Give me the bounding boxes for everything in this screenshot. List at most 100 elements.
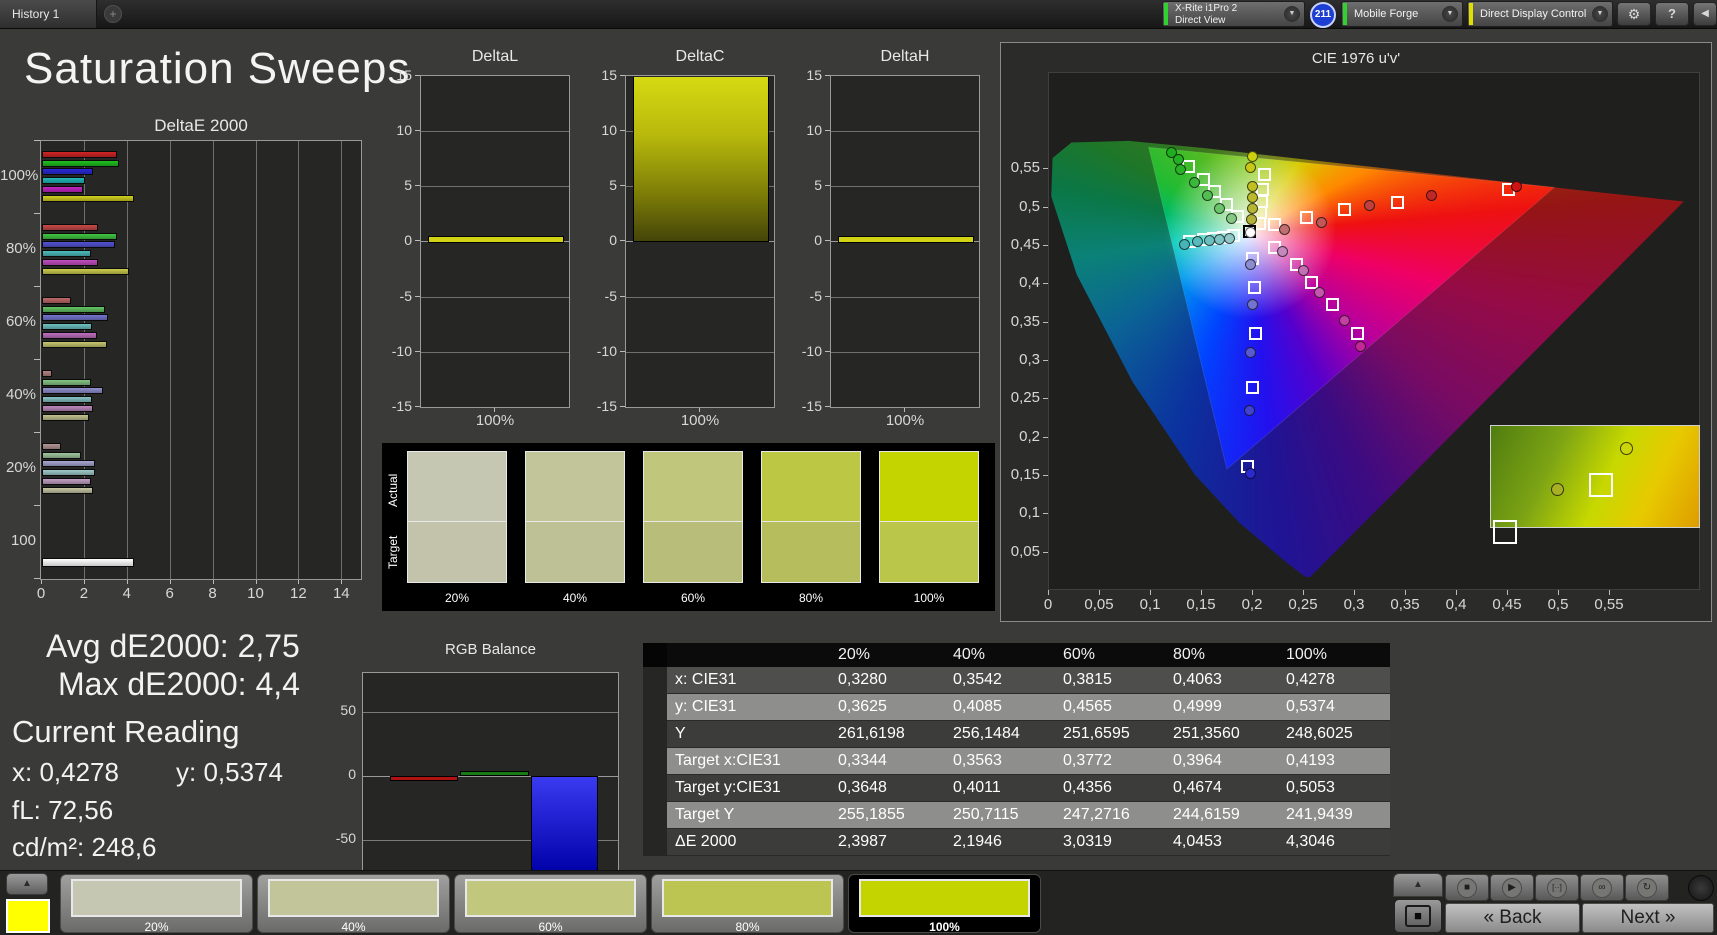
deltae-y-tick bbox=[34, 432, 40, 433]
cie-zoom-inset bbox=[1490, 425, 1700, 544]
table-row-label: Target Y bbox=[675, 806, 735, 823]
continuous-button[interactable]: ∞ bbox=[1580, 874, 1624, 901]
table-row-label: x: CIE31 bbox=[675, 671, 737, 688]
deltaH-y-tick-label: -10 bbox=[801, 342, 822, 359]
interval-button[interactable]: [··] bbox=[1535, 874, 1579, 901]
cie-x-tick bbox=[1201, 590, 1202, 595]
deltae-x-tick bbox=[126, 580, 128, 584]
cie-x-tick bbox=[1048, 590, 1049, 595]
deltaC-y-tick bbox=[620, 240, 625, 242]
patch-swatch bbox=[465, 879, 636, 917]
table-cell: 0,4565 bbox=[1063, 698, 1112, 715]
deltae-bar-cyan bbox=[42, 323, 93, 331]
cie-measured-point bbox=[1213, 234, 1225, 246]
stop-button[interactable]: ■ bbox=[1445, 874, 1489, 901]
cie-y-tick bbox=[1043, 245, 1048, 247]
patch-label: 40% bbox=[341, 920, 366, 934]
patch-button-100%[interactable]: 100% bbox=[848, 874, 1041, 934]
table-cell: 0,5374 bbox=[1286, 698, 1335, 715]
swatch-target-60% bbox=[643, 522, 743, 583]
cie-target-point bbox=[1391, 195, 1405, 209]
table-cell: 0,4356 bbox=[1063, 779, 1112, 796]
deltae-x-tick-label: 10 bbox=[247, 585, 264, 602]
deltae-gridline bbox=[341, 141, 343, 579]
deltae-bar-cyan bbox=[42, 250, 92, 258]
table-cell: 2,3987 bbox=[838, 833, 887, 850]
deltae-bar-green bbox=[42, 232, 118, 240]
patch-button-20%[interactable]: 20% bbox=[60, 874, 253, 934]
table-cell: 0,3563 bbox=[953, 752, 1002, 769]
deltaH-y-tick bbox=[825, 185, 830, 187]
table-cell: 250,7115 bbox=[953, 806, 1019, 823]
patch-button-60%[interactable]: 60% bbox=[454, 874, 647, 934]
transport-up-button[interactable]: ▲ bbox=[1393, 873, 1443, 897]
play-button[interactable]: ▶ bbox=[1490, 874, 1534, 901]
cie-y-tick-label: 0,55 bbox=[1010, 159, 1040, 177]
cie-x-tick-label: 0,15 bbox=[1186, 596, 1216, 613]
table-cell: 0,3280 bbox=[838, 671, 887, 688]
table-cell: 0,4999 bbox=[1173, 698, 1222, 715]
table-row-label: Target x:CIE31 bbox=[675, 752, 781, 769]
table-left-notch bbox=[643, 643, 667, 667]
table-cell: 0,4674 bbox=[1173, 779, 1222, 796]
cie-x-tick bbox=[1507, 590, 1508, 595]
patch-swatch bbox=[662, 879, 833, 917]
cie-x-tick-label: 0,2 bbox=[1241, 596, 1263, 613]
deltaC-y-tick bbox=[620, 185, 625, 187]
swatch-row-label-target: Target bbox=[386, 535, 400, 569]
cie-target-point bbox=[1246, 381, 1259, 395]
cie-y-tick bbox=[1043, 206, 1048, 208]
deltaH-y-tick-label: -5 bbox=[809, 287, 822, 304]
patch-swatch bbox=[268, 879, 439, 917]
swatch-target-20% bbox=[407, 522, 507, 583]
swatch-target-100% bbox=[879, 522, 979, 583]
deltae-y-tick bbox=[34, 140, 40, 141]
cie-y-tick-label: 0,1 bbox=[1019, 504, 1040, 522]
cie-y-tick bbox=[1043, 283, 1048, 285]
cie-measured-point bbox=[1203, 234, 1215, 246]
deltae-x-tick bbox=[255, 580, 257, 584]
cie-x-tick bbox=[1252, 590, 1253, 595]
table-cell: 4,0453 bbox=[1173, 833, 1222, 850]
cie-measured-point bbox=[1189, 176, 1201, 188]
table-cell: 3,0319 bbox=[1063, 833, 1112, 850]
swatch-actual-40% bbox=[525, 451, 625, 522]
cie-measured-point bbox=[1243, 405, 1255, 417]
loop-button[interactable]: ↻ bbox=[1625, 874, 1669, 901]
cie-target-point bbox=[1325, 297, 1339, 311]
cie-y-tick bbox=[1043, 513, 1048, 515]
patch-button-80%[interactable]: 80% bbox=[651, 874, 844, 934]
deltae-gridline bbox=[255, 141, 257, 579]
patch-swatch bbox=[71, 879, 242, 917]
deltaH-gridline bbox=[831, 296, 979, 298]
table-cell: 0,4278 bbox=[1286, 671, 1335, 688]
cie-measured-point bbox=[1224, 232, 1236, 244]
deltaC-y-tick-label: 0 bbox=[609, 232, 617, 249]
deltae-bar-yellow bbox=[42, 340, 107, 348]
patch-button-40%[interactable]: 40% bbox=[257, 874, 450, 934]
deltae-bar-red bbox=[42, 370, 52, 377]
table-row-label: y: CIE31 bbox=[675, 698, 737, 715]
cie-y-tick bbox=[1043, 398, 1048, 400]
deltaH-plot bbox=[830, 75, 980, 408]
deltae-x-tick bbox=[212, 580, 214, 584]
cie-measured-point bbox=[1201, 189, 1213, 201]
rgb-y-tick-label: 0 bbox=[348, 766, 356, 782]
deltae-bar-yellow bbox=[42, 413, 89, 421]
cie-y-tick-label: 0,5 bbox=[1019, 197, 1040, 215]
session-indicator bbox=[1688, 875, 1714, 901]
next-button[interactable]: Next » bbox=[1582, 903, 1714, 933]
table-header-cell: 80% bbox=[1173, 646, 1206, 663]
deltae-bar-blue bbox=[42, 241, 115, 249]
patch-scroll-up-button[interactable]: ▲ bbox=[6, 873, 48, 895]
cie-measured-point bbox=[1246, 298, 1258, 310]
deltaH-gridline bbox=[831, 186, 979, 188]
deltaC-y-tick bbox=[620, 405, 625, 407]
rgb-gridline bbox=[363, 712, 618, 713]
current-patch-swatch bbox=[6, 899, 50, 933]
deltaC-y-tick-label: -10 bbox=[596, 342, 617, 359]
swatch-actual-80% bbox=[761, 451, 861, 522]
table-cell: 0,4063 bbox=[1173, 671, 1222, 688]
back-button[interactable]: « Back bbox=[1445, 903, 1580, 933]
stop-measurement-button[interactable]: ■ bbox=[1394, 899, 1442, 933]
